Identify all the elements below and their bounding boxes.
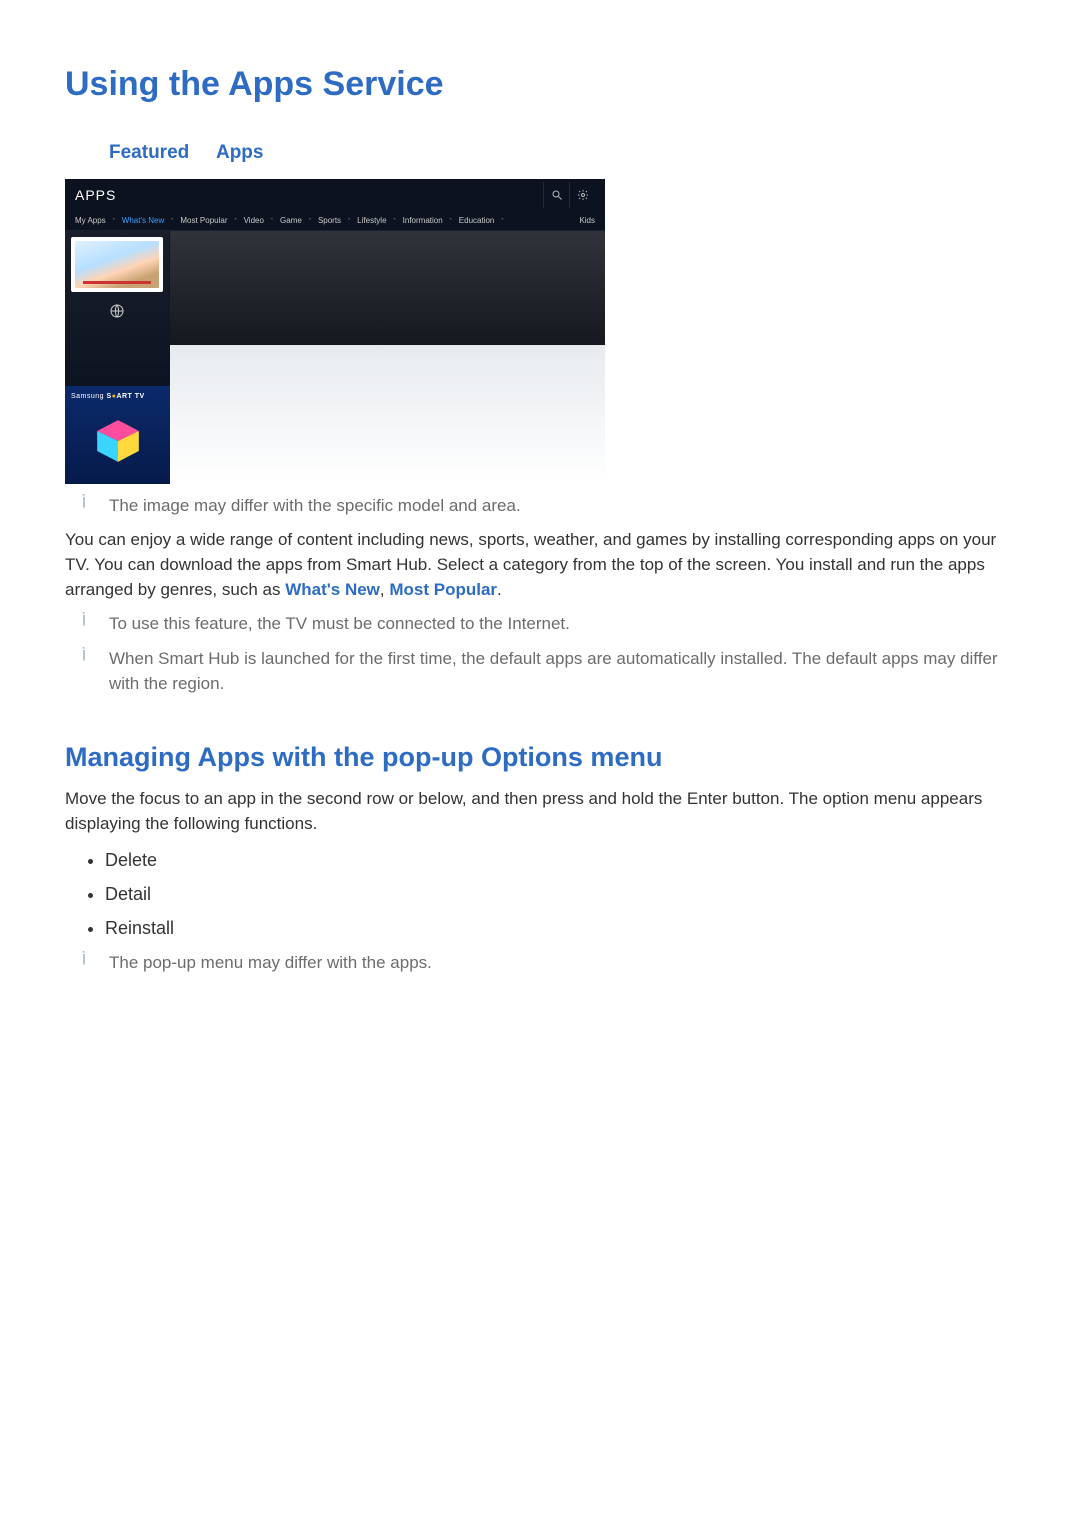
apps-right-panel [170, 231, 605, 484]
tab-most-popular[interactable]: Most Popular [180, 215, 227, 227]
list-item-reinstall: Reinstall [105, 915, 1015, 941]
tab-sports[interactable]: Sports [318, 215, 341, 227]
tab-video[interactable]: Video [244, 215, 264, 227]
globe-icon[interactable] [71, 296, 163, 326]
tab-whats-new[interactable]: What's New [122, 215, 164, 227]
note-text: The pop-up menu may differ with the apps… [109, 951, 1015, 976]
tab-kids[interactable]: Kids [579, 215, 595, 227]
page-title: Using the Apps Service [65, 60, 1015, 109]
note-text: To use this feature, the TV must be conn… [109, 612, 1015, 637]
cube-icon [93, 416, 143, 466]
tab-education[interactable]: Education [459, 215, 495, 227]
pencil-icon [75, 612, 93, 637]
smart-tv-logo: Samsung S●ART TV [71, 392, 164, 402]
options-list: Delete Detail Reinstall [105, 847, 1015, 941]
app-thumb-landscape[interactable] [71, 237, 163, 292]
section-heading-managing: Managing Apps with the pop-up Options me… [65, 738, 1015, 777]
tab-lifestyle[interactable]: Lifestyle [357, 215, 386, 227]
tab-information[interactable]: Information [403, 215, 443, 227]
link-whats-new[interactable]: What's New [285, 580, 380, 599]
note-image-differ: The image may differ with the specific m… [75, 494, 1015, 519]
managing-paragraph: Move the focus to an app in the second r… [65, 787, 1015, 836]
pencil-icon [75, 647, 93, 696]
breadcrumb: Featured Apps [109, 139, 1015, 167]
link-most-popular[interactable]: Most Popular [389, 580, 497, 599]
note-default-apps: When Smart Hub is launched for the first… [75, 647, 1015, 696]
breadcrumb-apps[interactable]: Apps [216, 142, 264, 163]
breadcrumb-featured[interactable]: Featured [109, 142, 189, 163]
search-icon[interactable] [543, 182, 569, 208]
note-text: When Smart Hub is launched for the first… [109, 647, 1015, 696]
intro-paragraph: You can enjoy a wide range of content in… [65, 528, 1015, 602]
apps-screenshot: APPS My Apps • What's New • Most Popular… [65, 179, 605, 484]
tab-game[interactable]: Game [280, 215, 302, 227]
apps-header: APPS [65, 179, 605, 211]
note-internet-required: To use this feature, the TV must be conn… [75, 612, 1015, 637]
apps-category-tabs: My Apps • What's New • Most Popular • Vi… [65, 211, 605, 231]
apps-header-title: APPS [75, 185, 543, 205]
apps-col-1 [65, 231, 170, 386]
note-popup-differ: The pop-up menu may differ with the apps… [75, 951, 1015, 976]
settings-icon[interactable] [569, 182, 595, 208]
smart-tv-promo[interactable]: Samsung S●ART TV [65, 386, 170, 484]
pencil-icon [75, 951, 93, 976]
tab-my-apps[interactable]: My Apps [75, 215, 106, 227]
pencil-icon [75, 494, 93, 519]
list-item-delete: Delete [105, 847, 1015, 873]
list-item-detail: Detail [105, 881, 1015, 907]
note-text: The image may differ with the specific m… [109, 494, 1015, 519]
